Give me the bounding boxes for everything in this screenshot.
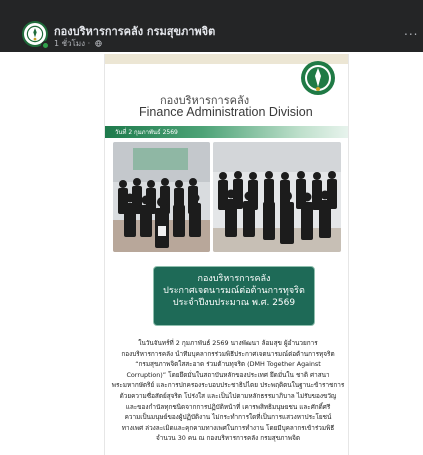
body-line: ด้วยความซื่อสัตย์สุจริต โปร่งใส และเป็นไ…	[119, 391, 337, 400]
body-line: “กรมสุขภาพจิตใสสะอาด ร่วมต้านทุจริต (DMH…	[135, 360, 321, 369]
globe-icon	[94, 39, 102, 48]
post-header: กองบริหารการคลัง กรมสุขภาพจิต 1 ชั่วโมง …	[0, 0, 423, 52]
group-photo-left	[113, 142, 210, 252]
ministry-logo-icon	[300, 60, 336, 96]
body-line: กองบริหารการคลัง นำทีมบุคลากรร่วมพิธีประ…	[121, 349, 335, 358]
announcement-body-text: ในวันจันทร์ที่ 2 กุมภาพันธ์ 2569 นางพัฒน…	[111, 338, 345, 444]
post-image[interactable]: กองบริหารการคลัง Finance Administration …	[104, 54, 349, 455]
poster-banner: กองบริหารการคลัง Finance Administration …	[105, 54, 348, 124]
body-line: ความเป็นมนุษย์ของผู้ปฏิบัติงาน ไม่กระทำก…	[124, 413, 332, 422]
body-line: ทางเพศ ล่วงละเมิดและคุกคามทางเพศในการทำง…	[121, 423, 335, 432]
more-options-button[interactable]: ...	[404, 24, 418, 38]
body-line: Corruption)” โดยยึดมั่นในสถาบันหลักของปร…	[126, 370, 330, 379]
online-status-dot	[41, 41, 50, 50]
time-ago-text: 1 ชั่วโมง ·	[54, 39, 91, 48]
body-line: และของกำนัลทุกชนิดจากการปฏิบัติหน้าที่ เ…	[125, 402, 331, 411]
title-line-1: กองบริหารการคลัง	[197, 274, 271, 284]
title-line-3: ประจำปีงบประมาณ พ.ศ. 2569	[172, 298, 296, 308]
body-line: จำนวน 30 คน ณ กองบริหารการคลัง กรมสุขภาพ…	[156, 434, 300, 443]
date-label: วันที่ 2 กุมภาพันธ์ 2569	[115, 129, 178, 136]
body-line: พระมหากษัตริย์ และการปกครองระบอบประชาธิป…	[111, 381, 345, 390]
banner-title-english: Finance Administration Division	[139, 105, 313, 119]
date-strip: วันที่ 2 กุมภาพันธ์ 2569	[105, 126, 348, 138]
group-photo-right	[213, 142, 341, 252]
announcement-title-box: กองบริหารการคลัง ประกาศเจตนารมณ์ต่อต้านก…	[153, 266, 315, 326]
body-line: ในวันจันทร์ที่ 2 กุมภาพันธ์ 2569 นางพัฒน…	[138, 339, 318, 347]
title-line-2: ประกาศเจตนารมณ์ต่อต้านการทุจริต	[163, 286, 305, 296]
post-timestamp[interactable]: 1 ชั่วโมง ·	[54, 37, 102, 50]
